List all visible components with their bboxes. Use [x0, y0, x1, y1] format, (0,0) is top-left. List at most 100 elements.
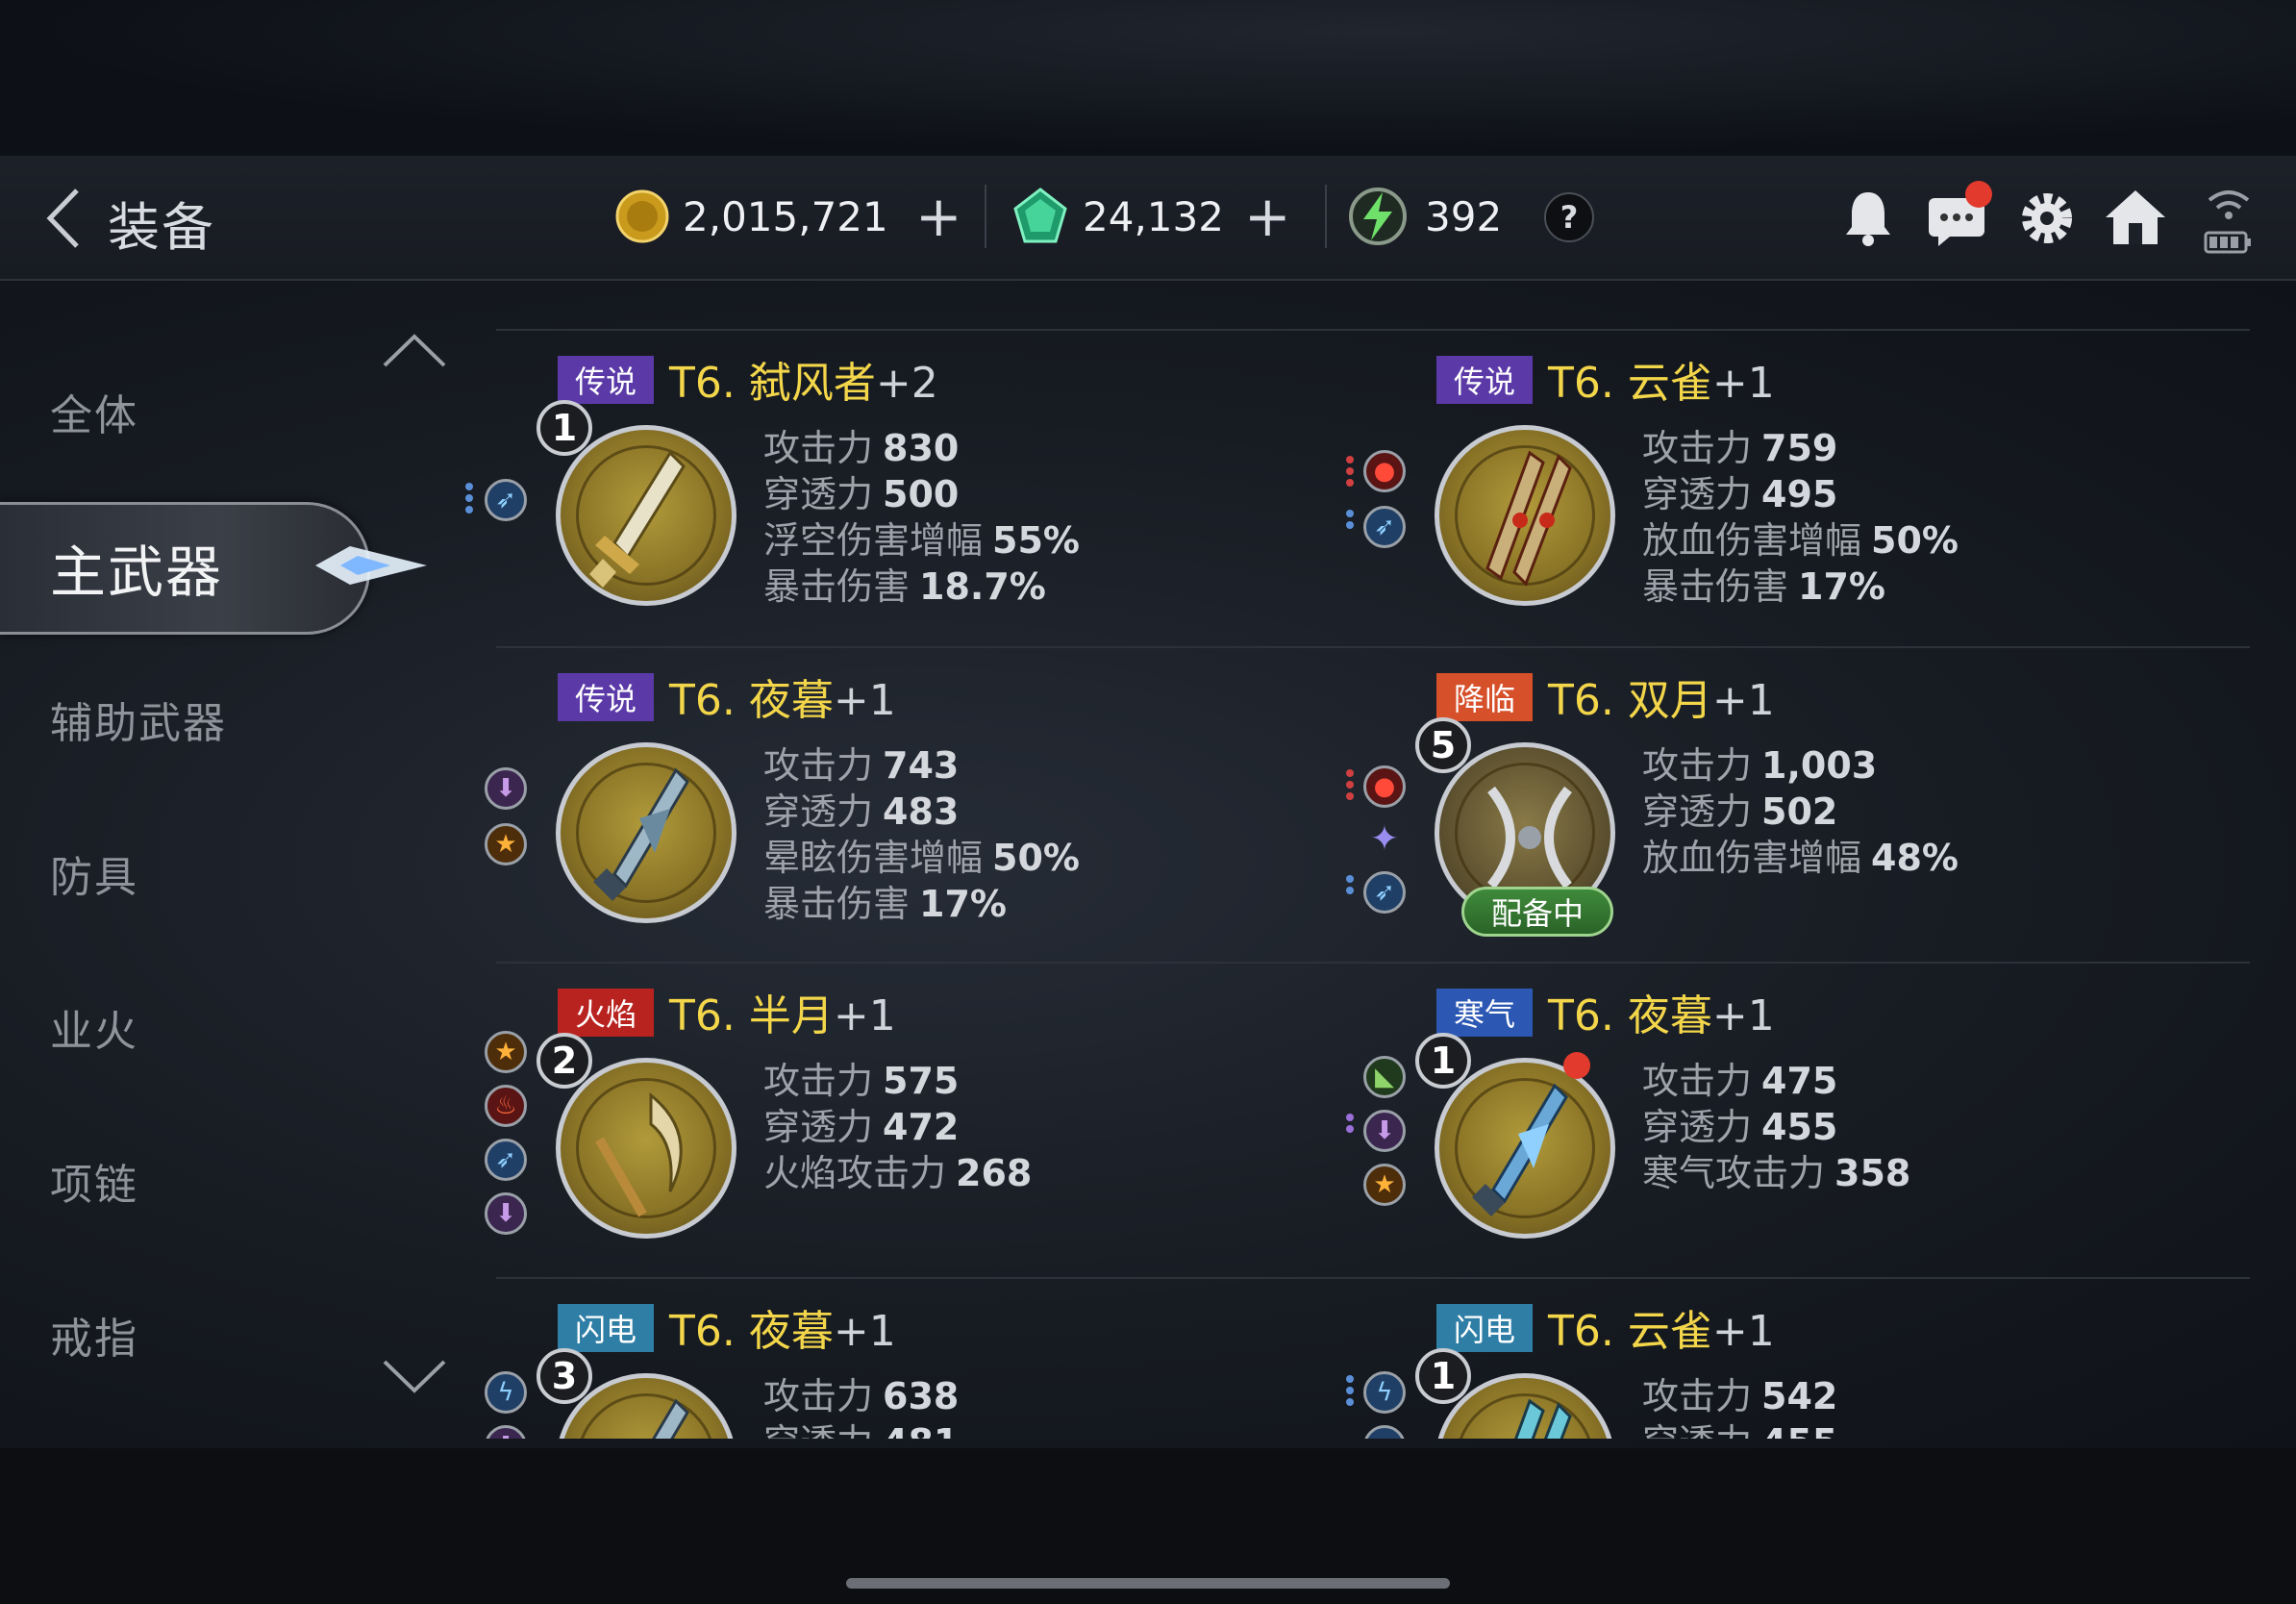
stat-line: 攻击力 638 [763, 1375, 960, 1417]
weapon-stats: 攻击力542 穿透力455 [1642, 1373, 1837, 1439]
weapon-card[interactable]: 传说 T6. 弑风者+2 ➶ 1 攻击力 830 穿透力 500 浮空伤害增幅 55%… [465, 331, 1361, 639]
grade-badge: 闪电 [558, 1304, 654, 1352]
weapon-level-badge: 2 [537, 1033, 592, 1089]
weapon-level-badge: 1 [1415, 1348, 1471, 1404]
down-arrow-gem-icon: ⬇ [485, 767, 527, 810]
weapon-card[interactable]: 火焰 T6. 半月+1 ★ ♨ ➶ ⬇ 2 攻击力 575 穿透力 472 火焰攻击… [485, 964, 1361, 1271]
weapon-card[interactable]: 闪电 T6. 夜暮+1 ϟ ⬇ 3 攻击力638 穿透力481 [485, 1279, 1361, 1439]
page-title: 装备 [108, 197, 215, 258]
stat-line: 暴击伤害 17% [763, 883, 1007, 925]
weapon-stats: 攻击力 475 穿透力 455 寒气攻击力 358 [1642, 1058, 1910, 1196]
chevron-left-icon [46, 188, 79, 248]
divider [1325, 185, 1327, 248]
stat-line: 穿透力 495 [1642, 473, 1838, 515]
weapon-icon [556, 425, 736, 606]
notification-dot [1965, 181, 1992, 208]
weapon-name: T6. 云雀+1 [1548, 359, 1775, 408]
weapon-card[interactable]: 寒气 T6. 夜暮+1 ◣ ⬇ ★ 1 攻击力 475 穿透力 455 寒气攻击力 3… [1346, 964, 2240, 1271]
sword-icon [589, 450, 686, 588]
wing-gem-icon: ➶ [1363, 1425, 1406, 1439]
stat-line: 火焰攻击力 268 [763, 1152, 1033, 1194]
notification-bell-button[interactable] [1834, 185, 1902, 252]
equipped-badge: 配备中 [1461, 887, 1613, 937]
grade-badge: 降临 [1436, 673, 1533, 721]
wing-gem-icon: ➶ [485, 1139, 527, 1181]
spear-icon [593, 767, 689, 901]
socket-indicator [1346, 1375, 1354, 1410]
socket-indicator [1346, 769, 1354, 804]
down-arrow-gem-icon: ⬇ [1363, 1110, 1406, 1152]
star-gem-icon: ★ [1363, 1164, 1406, 1206]
stat-line: 穿透力481 [763, 1419, 959, 1439]
top-bar: 装备 2,015,721 + 24,132 + 392 ? [0, 156, 2296, 281]
help-button[interactable]: ? [1544, 192, 1594, 242]
down-arrow-gem-icon: ⬇ [485, 1425, 527, 1439]
socket-indicator [1346, 1114, 1354, 1137]
stat-line: 穿透力 502 [1642, 790, 1838, 833]
energy-currency: 392 [1344, 185, 1502, 248]
settings-button[interactable] [2013, 185, 2081, 252]
home-indicator-bar[interactable] [846, 1578, 1450, 1589]
socket-indicator [465, 483, 473, 517]
weapon-card[interactable]: 闪电 T6. 云雀+1 ϟ ➶ 1 攻击力542 穿透力455 [1346, 1279, 2240, 1439]
down-arrow-gem-icon: ⬇ [485, 1192, 527, 1235]
crest-gem-icon: ✦ [1369, 818, 1400, 859]
energy-bolt-icon [1349, 188, 1407, 245]
stat-line: 攻击力 830 [763, 427, 960, 469]
stat-line: 放血伤害增幅 50% [1642, 519, 1959, 562]
stat-line: 穿透力 500 [763, 473, 960, 515]
stat-line: 穿透力455 [1642, 1419, 1837, 1439]
weapon-stats: 攻击力 759 穿透力 495 放血伤害增幅 50% 暴击伤害 17% [1642, 425, 1959, 610]
star-gem-icon: ★ [485, 823, 527, 865]
twin-blades-icon [1514, 1398, 1572, 1439]
weapon-card[interactable]: 传说 T6. 夜暮+1 ⬇ ★ 攻击力 743 穿透力 483 晕眩伤害增幅 50% … [485, 648, 1361, 956]
lightning-gem-icon: ϟ [485, 1371, 527, 1414]
home-button[interactable] [2102, 185, 2169, 252]
wing-gem-icon: ➶ [485, 479, 527, 521]
stat-line: 攻击力 1,003 [1642, 744, 1878, 787]
twin-blades-icon [1485, 450, 1572, 587]
weapon-card[interactable]: 传说 T6. 云雀+1 ● ➶ 攻击力 759 穿透力 495 放血伤害增幅 50% … [1346, 331, 2240, 639]
weapon-name: T6. 弑风者+2 [669, 359, 938, 408]
green-crystal-icon [1013, 188, 1067, 243]
grade-badge: 火焰 [558, 989, 654, 1037]
grade-badge: 传说 [558, 673, 654, 721]
blood-drop-gem-icon: ● [1363, 450, 1406, 492]
weapon-icon [1435, 1058, 1615, 1239]
crescent-axe-icon [595, 1091, 683, 1217]
stat-line: 暴击伤害 18.7% [763, 565, 1046, 608]
network-battery-status [2202, 185, 2256, 254]
new-item-dot [1563, 1052, 1590, 1079]
back-button[interactable] [44, 185, 102, 252]
stat-line: 攻击力 542 [1642, 1375, 1838, 1417]
socket-indicator [1346, 875, 1354, 898]
weapon-icon [1435, 425, 1615, 606]
crystal-amount: 24,132 [1083, 192, 1224, 240]
add-crystal-button[interactable]: + [1244, 188, 1291, 244]
stat-line: 穿透力455 [1642, 1106, 1838, 1148]
add-gold-button[interactable]: + [915, 188, 962, 244]
stat-line: 攻击力 575 [763, 1060, 960, 1102]
weapon-level-badge: 5 [1415, 717, 1471, 773]
stat-line: 攻击力 743 [763, 744, 960, 787]
top-backdrop [0, 0, 2296, 156]
flame-gem-icon: ♨ [485, 1085, 527, 1127]
weapon-name: T6. 云雀+1 [1548, 1307, 1775, 1356]
gold-coin-icon [615, 189, 669, 243]
wifi-battery-icon [2204, 190, 2251, 254]
weapon-stats: 攻击力 575 穿透力 472 火焰攻击力 268 [763, 1058, 1032, 1196]
gold-currency: 2,015,721 [615, 185, 888, 248]
spear-icon [652, 1398, 689, 1439]
chat-button[interactable] [1923, 181, 1992, 252]
weapon-stats: 攻击力 743 穿透力 483 晕眩伤害增幅 50% 暴击伤害 17% [763, 742, 1080, 927]
weapon-stats: 攻击力638 穿透力481 [763, 1373, 959, 1439]
stat-line: 穿透力 472 [763, 1106, 960, 1148]
weapon-stats: 攻击力 830 穿透力 500 浮空伤害增幅 55% 暴击伤害 18.7% [763, 425, 1080, 610]
weapon-name: T6. 夜暮+1 [669, 1307, 896, 1356]
weapon-list: 传说 T6. 弑风者+2 ➶ 1 攻击力 830 穿透力 500 浮空伤害增幅 55%… [0, 331, 2296, 1439]
weapon-card[interactable]: 降临 T6. 双月+1 ● ✦ ➶ 5 配备中 攻击力 1,003 穿透力 502 … [1346, 648, 2240, 956]
frost-spear-icon [1472, 1083, 1568, 1216]
socket-indicator [1346, 456, 1354, 490]
stat-line: 攻击力 759 [1642, 427, 1838, 469]
grade-badge: 寒气 [1436, 989, 1533, 1037]
